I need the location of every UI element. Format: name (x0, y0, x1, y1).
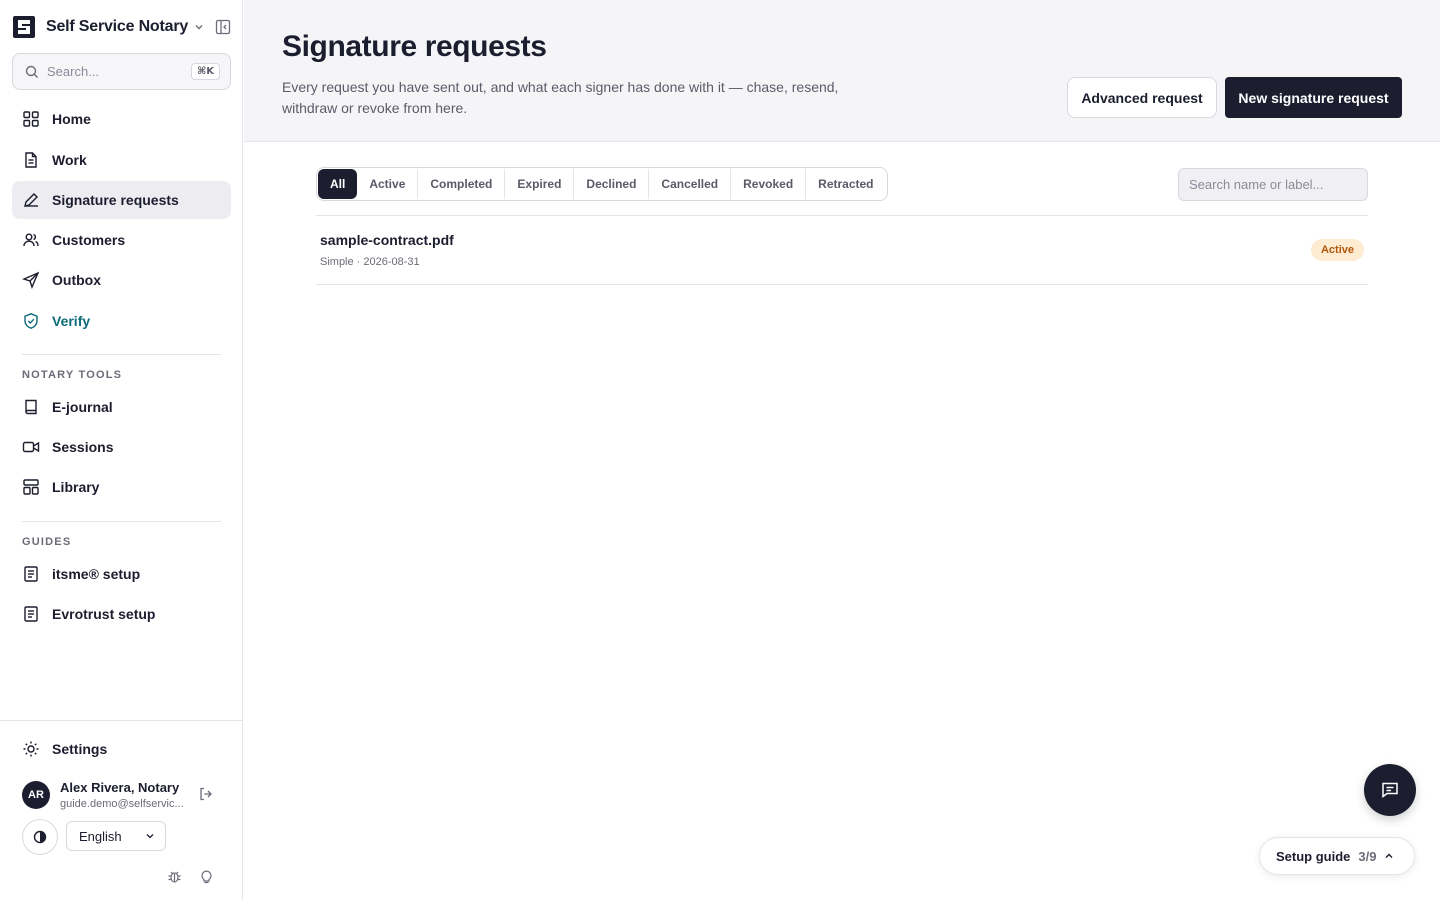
sidebar-item-label: Settings (52, 741, 108, 757)
sidebar-item-label: Outbox (52, 272, 101, 288)
chevron-down-icon (195, 25, 203, 30)
sidebar-item-label: Customers (52, 232, 126, 248)
gear-icon (23, 741, 39, 757)
sidebar-item-signature-requests[interactable]: Signature requests (12, 181, 231, 219)
filter-tab-all[interactable]: All (318, 169, 358, 199)
workspace-switcher[interactable]: Self Service Notary (12, 14, 232, 40)
language-value: English (79, 828, 122, 844)
sidebar-item-sessions[interactable]: Sessions (12, 428, 231, 466)
sidebar-item-settings[interactable]: Settings (12, 730, 231, 768)
guide-book-icon (24, 606, 38, 622)
main-content: Signature requests Every request you hav… (244, 0, 1440, 900)
chevron-down-icon (146, 834, 154, 839)
sidebar-item-label: itsme® setup (52, 566, 141, 582)
search-placeholder: Search... (47, 64, 100, 79)
filter-tab-cancelled[interactable]: Cancelled (648, 169, 730, 199)
sidebar-item-customers[interactable]: Customers (12, 221, 231, 259)
setup-guide-toggle[interactable]: Setup guide 3/9 (1259, 837, 1415, 875)
sidebar-item-work[interactable]: Work (12, 141, 231, 179)
search-shortcut: ⌘K (190, 63, 220, 80)
sidebar-item-label: Work (52, 152, 87, 168)
contrast-icon (33, 830, 47, 844)
sidebar-item-label: E-journal (52, 399, 113, 415)
sidebar-item-label: Signature requests (52, 192, 179, 208)
brand-logo-icon (13, 16, 35, 38)
users-icon (23, 233, 39, 247)
logout-icon[interactable] (198, 786, 214, 802)
new-signature-request-button[interactable]: New signature request (1225, 77, 1402, 118)
status-badge: Active (1310, 239, 1364, 261)
send-icon (22, 271, 40, 289)
section-heading-notary-tools: NOTARY TOOLS (22, 369, 123, 381)
bug-report-icon[interactable] (167, 869, 182, 884)
request-document-name: sample-contract.pdf (320, 232, 454, 248)
page-description: Every request you have sent out, and wha… (282, 79, 839, 116)
user-email: guide.demo@selfservic... (60, 798, 184, 810)
filter-tab-retracted[interactable]: Retracted (805, 169, 885, 199)
grid-icon (23, 111, 39, 127)
page-header: Signature requests Every request you hav… (244, 0, 1440, 142)
filter-tab-completed[interactable]: Completed (417, 169, 504, 199)
advanced-request-button[interactable]: Advanced request (1067, 77, 1217, 118)
request-search-input[interactable]: Search name or label... (1178, 168, 1368, 201)
sidebar-item-label: Evrotrust setup (52, 606, 156, 622)
chat-button[interactable] (1364, 764, 1416, 816)
sidebar-collapse-icon[interactable] (214, 18, 232, 36)
sidebar-item-label: Verify (52, 313, 91, 329)
language-select[interactable]: English (66, 821, 166, 851)
status-filter-tabs: All Active Completed Expired Declined Ca… (316, 167, 888, 201)
setup-guide-progress: 3/9 (1358, 848, 1377, 864)
section-heading-guides: GUIDES (22, 536, 72, 548)
search-icon (25, 65, 38, 78)
sidebar-item-outbox[interactable]: Outbox (12, 261, 231, 299)
request-list: sample-contract.pdf Simple · 2026-08-31 … (316, 215, 1368, 285)
request-search-placeholder: Search name or label... (1189, 177, 1324, 192)
sidebar-item-label: Library (52, 479, 100, 495)
sidebar-item-evrotrust-setup[interactable]: Evrotrust setup (12, 595, 231, 633)
theme-toggle-button[interactable] (22, 819, 58, 855)
book-icon (25, 399, 37, 415)
request-meta: Simple · 2026-08-31 (320, 256, 420, 268)
document-icon (25, 152, 37, 168)
sidebar-item-library[interactable]: Library (12, 468, 231, 506)
filter-tab-expired[interactable]: Expired (504, 169, 573, 199)
sidebar-item-verify[interactable]: Verify (12, 302, 231, 340)
layout-icon (23, 479, 39, 495)
sidebar-item-ejournal[interactable]: E-journal (12, 388, 231, 426)
video-icon (22, 441, 40, 453)
sidebar-item-itsme-setup[interactable]: itsme® setup (12, 555, 231, 593)
page-title: Signature requests (282, 30, 547, 63)
sidebar-divider (22, 521, 221, 522)
user-name: Alex Rivera, Notary (60, 780, 180, 795)
search-input[interactable]: Search... ⌘K (12, 53, 231, 90)
sidebar-footer: Settings AR Alex Rivera, Notary guide.de… (0, 720, 243, 900)
avatar: AR (22, 781, 50, 809)
filter-tab-declined[interactable]: Declined (573, 169, 648, 199)
guide-book-icon (24, 566, 38, 582)
sidebar-item-label: Home (52, 111, 91, 127)
shield-check-icon (24, 313, 38, 329)
user-profile[interactable]: AR Alex Rivera, Notary guide.demo@selfse… (22, 779, 232, 811)
filter-tab-active[interactable]: Active (357, 169, 417, 199)
list-item[interactable]: sample-contract.pdf Simple · 2026-08-31 … (316, 216, 1368, 285)
pen-icon (24, 193, 38, 207)
setup-guide-label: Setup guide (1276, 848, 1351, 864)
lightbulb-icon[interactable] (199, 869, 214, 884)
sidebar-divider (22, 354, 221, 355)
filter-tab-revoked[interactable]: Revoked (730, 169, 805, 199)
chevron-up-icon (1385, 853, 1393, 858)
chat-icon (1382, 782, 1398, 798)
workspace-name: Self Service Notary (46, 18, 189, 35)
sidebar-item-home[interactable]: Home (12, 100, 231, 138)
sidebar: Self Service Notary Search... ⌘K Home Wo… (0, 0, 243, 900)
sidebar-item-label: Sessions (52, 439, 114, 455)
